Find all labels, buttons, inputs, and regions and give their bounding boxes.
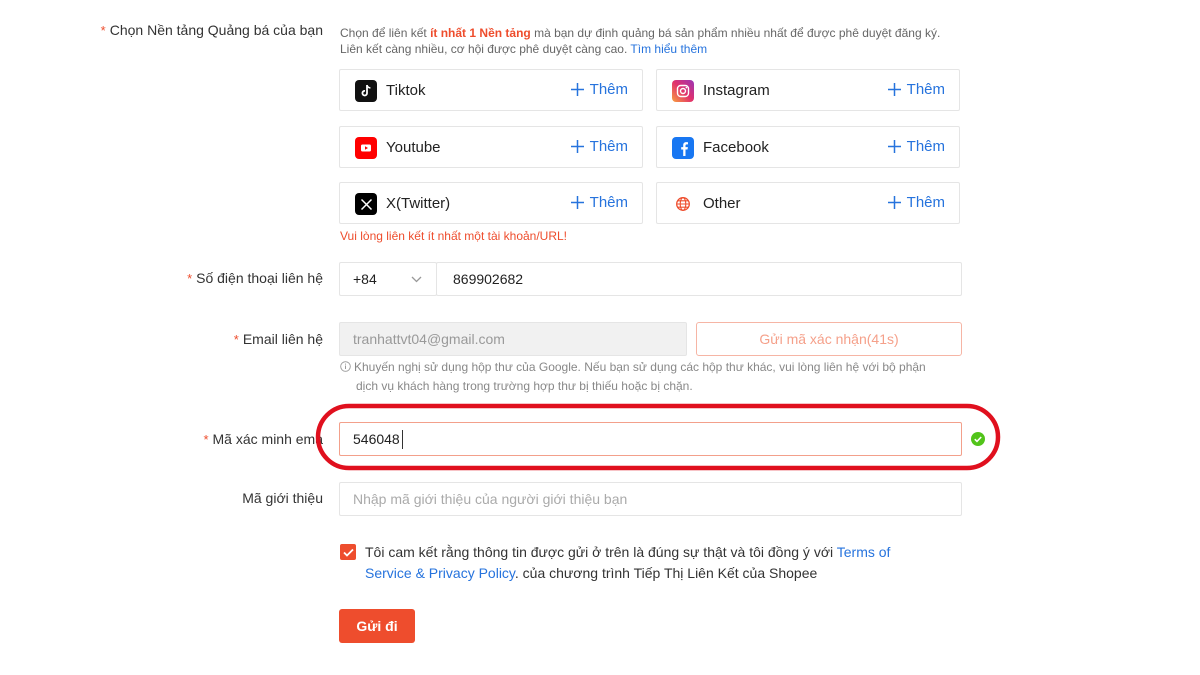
add-tiktok-button[interactable]: Thêm bbox=[570, 81, 628, 98]
platform-facebook: Facebook Thêm bbox=[656, 126, 960, 168]
add-instagram-button[interactable]: Thêm bbox=[887, 81, 945, 98]
chevron-down-icon bbox=[411, 276, 422, 283]
platforms-description: Chọn để liên kết ít nhất 1 Nền tảng mà b… bbox=[340, 26, 941, 56]
info-icon bbox=[340, 361, 351, 372]
referral-code-input[interactable]: Nhập mã giới thiệu của người giới thiệu … bbox=[339, 482, 962, 516]
platforms-label: * Chọn Nền tảng Quảng bá của bạn bbox=[100, 22, 323, 38]
globe-icon bbox=[672, 193, 694, 215]
plus-icon bbox=[570, 140, 584, 153]
platform-name: X(Twitter) bbox=[386, 195, 451, 212]
check-icon bbox=[342, 548, 354, 557]
add-facebook-button[interactable]: Thêm bbox=[887, 138, 945, 155]
tiktok-icon bbox=[355, 80, 377, 102]
phone-country-select[interactable]: +84 bbox=[339, 262, 437, 296]
platform-name: Youtube bbox=[386, 139, 441, 156]
submit-button[interactable]: Gửi đi bbox=[339, 609, 415, 643]
plus-icon bbox=[887, 83, 901, 96]
email-value: tranhattvt04@gmail.com bbox=[353, 331, 505, 347]
platform-name: Facebook bbox=[703, 139, 769, 156]
email-hint: Khuyến nghị sử dụng hộp thư của Google. … bbox=[340, 358, 970, 396]
add-other-button[interactable]: Thêm bbox=[887, 194, 945, 211]
platform-name: Other bbox=[703, 195, 741, 212]
platform-other: Other Thêm bbox=[656, 182, 960, 224]
phone-label: * Số điện thoại liên hệ bbox=[187, 270, 323, 286]
agreement-checkbox[interactable] bbox=[340, 544, 356, 560]
youtube-icon bbox=[355, 137, 377, 159]
plus-icon bbox=[887, 196, 901, 209]
referral-placeholder: Nhập mã giới thiệu của người giới thiệu … bbox=[353, 491, 628, 507]
platform-error-message: Vui lòng liên kết ít nhất một tài khoản/… bbox=[340, 229, 568, 243]
agreement-text: Tôi cam kết rằng thông tin được gửi ở tr… bbox=[365, 544, 891, 581]
verify-label: * Mã xác minh ema bbox=[203, 431, 323, 447]
phone-number-input[interactable]: 869902682 bbox=[436, 262, 962, 296]
platform-tiktok: Tiktok Thêm bbox=[339, 69, 643, 111]
platform-name: Instagram bbox=[703, 82, 770, 99]
plus-icon bbox=[570, 196, 584, 209]
email-label: * Email liên hệ bbox=[233, 331, 323, 347]
learn-more-link[interactable]: Tìm hiểu thêm bbox=[630, 42, 707, 56]
required-asterisk: * bbox=[203, 432, 209, 447]
add-x-twitter-button[interactable]: Thêm bbox=[570, 194, 628, 211]
platform-name: Tiktok bbox=[386, 82, 426, 99]
referral-label: Mã giới thiệu bbox=[242, 490, 323, 506]
plus-icon bbox=[570, 83, 584, 96]
plus-icon bbox=[887, 140, 901, 153]
facebook-icon bbox=[672, 137, 694, 159]
country-code-value: +84 bbox=[353, 271, 377, 287]
platform-instagram: Instagram Thêm bbox=[656, 69, 960, 111]
required-asterisk: * bbox=[100, 23, 106, 38]
platform-x-twitter: X(Twitter) Thêm bbox=[339, 182, 643, 224]
send-code-button[interactable]: Gửi mã xác nhận(41s) bbox=[696, 322, 962, 356]
required-asterisk: * bbox=[187, 271, 193, 286]
phone-number-value: 869902682 bbox=[453, 271, 524, 287]
highlight-ring bbox=[315, 403, 1001, 471]
instagram-icon bbox=[672, 80, 694, 102]
required-asterisk: * bbox=[233, 332, 239, 347]
terms-link[interactable]: Terms of bbox=[837, 544, 891, 560]
platform-youtube: Youtube Thêm bbox=[339, 126, 643, 168]
email-input[interactable]: tranhattvt04@gmail.com bbox=[339, 322, 687, 356]
add-youtube-button[interactable]: Thêm bbox=[570, 138, 628, 155]
x-twitter-icon bbox=[355, 193, 377, 215]
privacy-policy-link[interactable]: Service & Privacy Policy bbox=[365, 565, 515, 581]
